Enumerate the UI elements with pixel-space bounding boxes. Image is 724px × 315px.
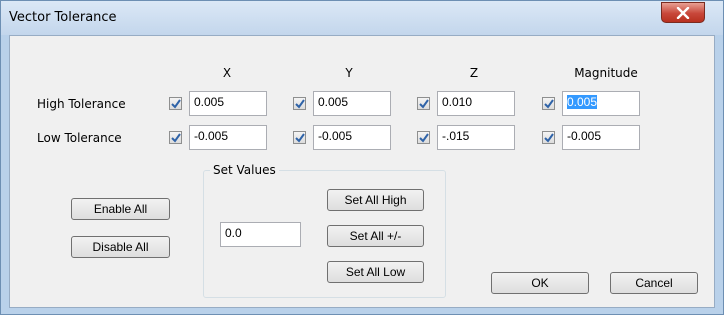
high-y-input[interactable]: 0.005 <box>313 91 391 116</box>
check-icon <box>295 133 305 143</box>
high-tolerance-label: High Tolerance <box>37 97 126 111</box>
check-icon <box>419 133 429 143</box>
high-z-checkbox[interactable] <box>417 97 430 110</box>
low-y-checkbox[interactable] <box>293 131 306 144</box>
check-icon <box>544 99 554 109</box>
low-magnitude-input[interactable]: -0.005 <box>562 125 640 150</box>
low-y-input[interactable]: -0.005 <box>313 125 391 150</box>
column-header-y: Y <box>345 66 353 80</box>
column-header-x: X <box>222 66 232 80</box>
high-z-input[interactable]: 0.010 <box>437 91 515 116</box>
high-x-checkbox[interactable] <box>169 97 182 110</box>
high-magnitude-input[interactable]: 0.005 <box>562 91 640 116</box>
low-tolerance-label: Low Tolerance <box>37 131 122 145</box>
check-icon <box>295 99 305 109</box>
dialog-client-area: X Y Z Magnitude High Tolerance 0.005 0.0… <box>9 35 715 308</box>
set-all-plus-minus-button[interactable]: Set All +/- <box>327 225 424 247</box>
check-icon <box>544 133 554 143</box>
check-icon <box>419 99 429 109</box>
check-icon <box>171 99 181 109</box>
vector-tolerance-dialog: Vector Tolerance X Y Z Magnitude High To… <box>0 0 724 315</box>
low-x-input[interactable]: -0.005 <box>189 125 267 150</box>
set-value-input[interactable]: 0.0 <box>220 222 301 247</box>
column-header-magnitude: Magnitude <box>574 66 638 80</box>
title-bar[interactable]: Vector Tolerance <box>1 1 723 35</box>
check-icon <box>171 133 181 143</box>
window-title: Vector Tolerance <box>9 10 117 25</box>
low-magnitude-checkbox[interactable] <box>542 131 555 144</box>
ok-button[interactable]: OK <box>491 272 589 294</box>
high-magnitude-checkbox[interactable] <box>542 97 555 110</box>
close-icon <box>676 7 690 19</box>
column-header-z: Z <box>469 66 479 80</box>
disable-all-button[interactable]: Disable All <box>71 236 170 258</box>
high-x-input[interactable]: 0.005 <box>189 91 267 116</box>
set-all-high-button[interactable]: Set All High <box>327 189 424 211</box>
cancel-button[interactable]: Cancel <box>610 272 698 294</box>
enable-all-button[interactable]: Enable All <box>71 198 170 220</box>
high-y-checkbox[interactable] <box>293 97 306 110</box>
selected-text: 0.005 <box>567 95 598 109</box>
set-values-group-label: Set Values <box>210 163 279 177</box>
low-x-checkbox[interactable] <box>169 131 182 144</box>
set-all-low-button[interactable]: Set All Low <box>327 261 424 283</box>
low-z-checkbox[interactable] <box>417 131 430 144</box>
close-button[interactable] <box>661 2 705 23</box>
low-z-input[interactable]: -.015 <box>437 125 515 150</box>
